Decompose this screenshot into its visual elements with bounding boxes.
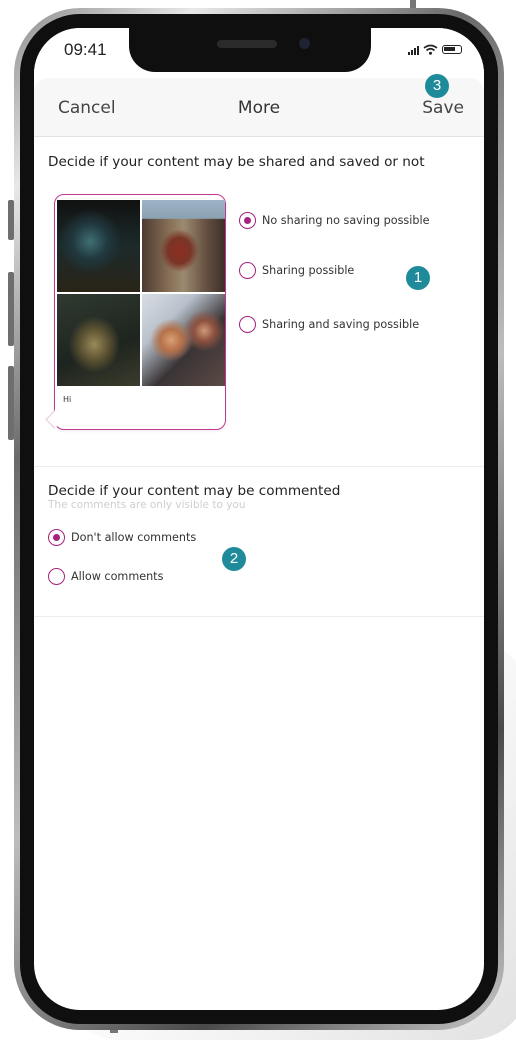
radio-button[interactable] xyxy=(239,316,256,333)
radio-button[interactable] xyxy=(239,262,256,279)
radio-label: No sharing no saving possible xyxy=(262,214,430,227)
photo-food xyxy=(57,294,140,386)
notch xyxy=(129,28,371,72)
radio-sharing[interactable]: Sharing possible xyxy=(239,262,354,279)
page-title: More xyxy=(237,98,281,118)
radio-label: Don't allow comments xyxy=(71,531,197,544)
status-bar: 09:41 xyxy=(34,28,484,78)
front-camera xyxy=(299,38,310,49)
nav-bar: Cancel More Save 3 xyxy=(34,74,484,137)
radio-dont-allow-comments[interactable]: Don't allow comments xyxy=(48,529,196,546)
status-icons xyxy=(408,44,462,55)
radio-allow-comments[interactable]: Allow comments xyxy=(48,568,163,585)
message-preview: Hi xyxy=(54,194,226,430)
photo-tram xyxy=(142,200,225,292)
radio-label: Sharing and saving possible xyxy=(262,318,420,331)
wifi-icon xyxy=(423,44,438,55)
status-time: 09:41 xyxy=(64,40,107,59)
step-badge-3: 3 xyxy=(425,74,449,98)
phone-bezel: 09:41 Cancel More Save 3 Decide if your … xyxy=(20,14,498,1024)
radio-label: Sharing possible xyxy=(262,264,355,277)
radio-no-sharing[interactable]: No sharing no saving possible xyxy=(239,212,429,229)
sharing-section: Decide if your content may be shared and… xyxy=(34,136,484,467)
save-button[interactable]: Save xyxy=(422,98,464,118)
photo-grid xyxy=(57,200,225,388)
message-caption: Hi xyxy=(63,395,72,404)
radio-button-checked[interactable] xyxy=(48,529,65,546)
phone-frame: 09:41 Cancel More Save 3 Decide if your … xyxy=(14,8,504,1030)
battery-icon xyxy=(442,45,462,54)
step-badge-2: 2 xyxy=(222,547,246,571)
radio-button[interactable] xyxy=(48,568,65,585)
comments-heading: Decide if your content may be commented xyxy=(48,483,341,499)
speaker-grille xyxy=(217,40,277,48)
phone-screen: 09:41 Cancel More Save 3 Decide if your … xyxy=(34,28,484,1010)
radio-button-checked[interactable] xyxy=(239,212,256,229)
photo-people xyxy=(142,294,225,386)
signal-icon xyxy=(408,45,419,55)
step-badge-1: 1 xyxy=(406,266,430,290)
comments-subheading: The comments are only visible to you xyxy=(48,499,246,511)
photo-laptop xyxy=(57,200,140,292)
radio-sharing-saving[interactable]: Sharing and saving possible xyxy=(239,316,419,333)
comments-section: Decide if your content may be commented … xyxy=(34,466,484,617)
radio-label: Allow comments xyxy=(71,570,164,583)
sharing-heading: Decide if your content may be shared and… xyxy=(48,154,425,170)
